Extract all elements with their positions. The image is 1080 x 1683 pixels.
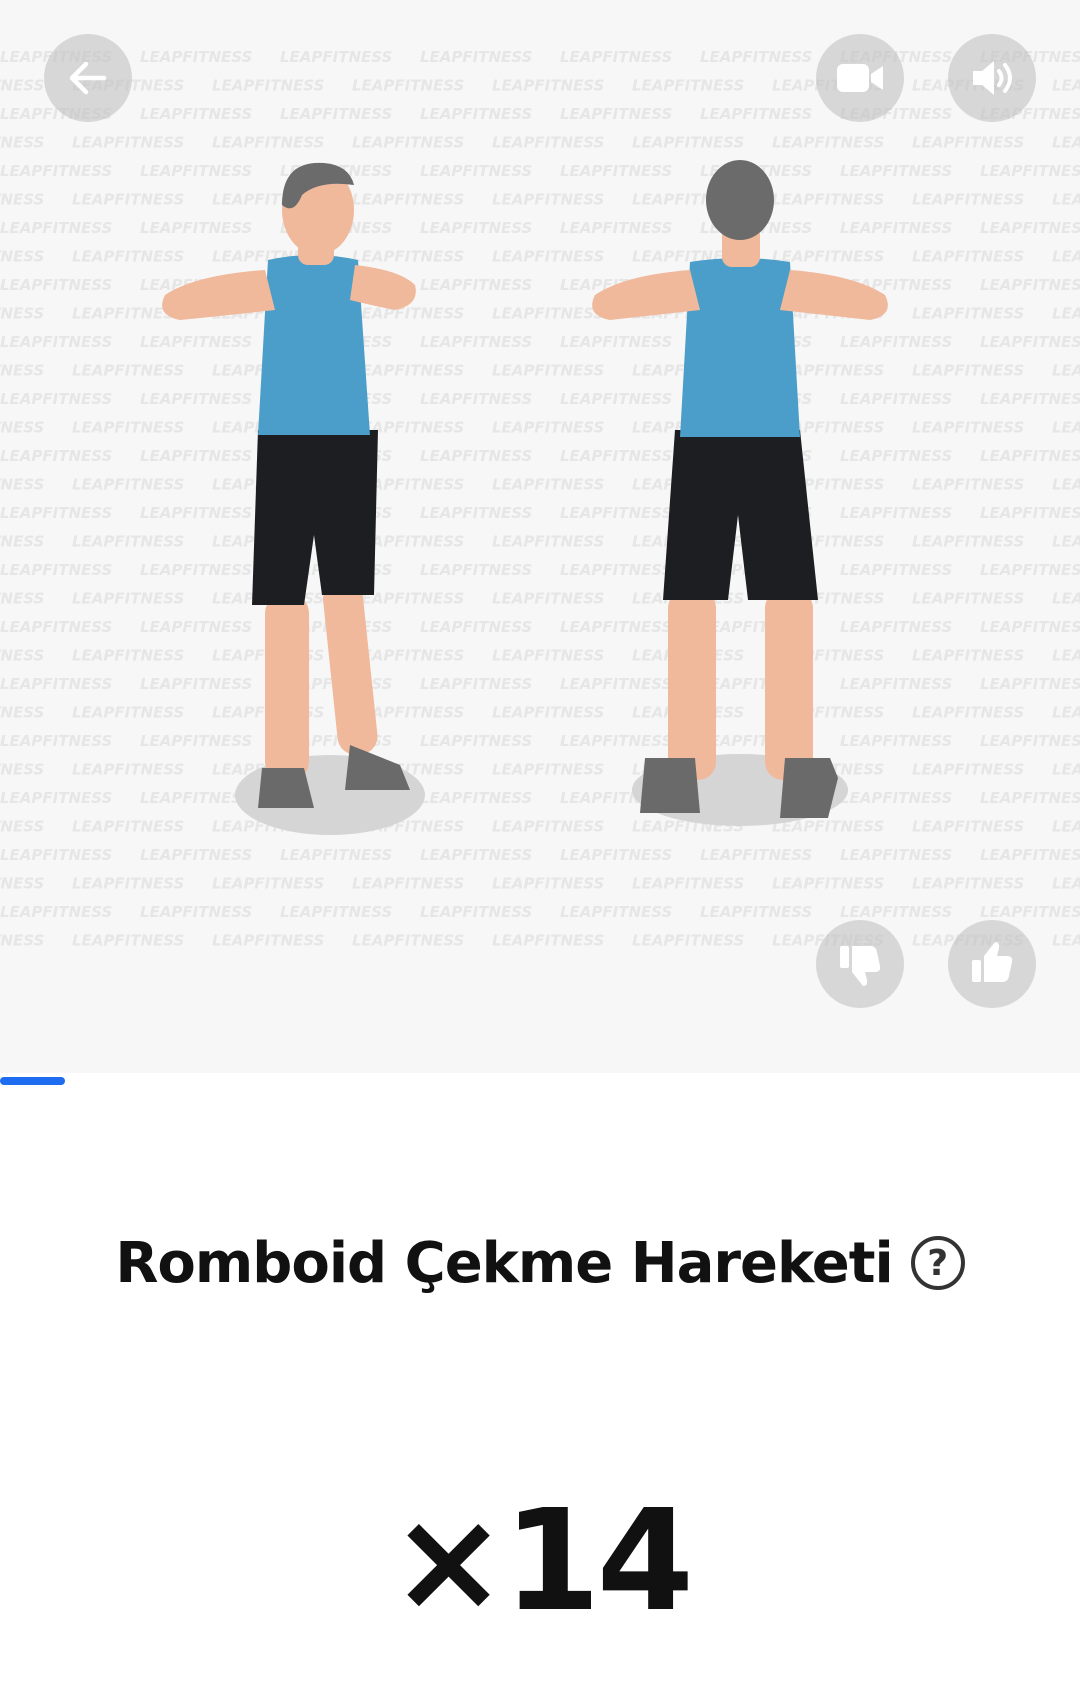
back-button[interactable]: [44, 34, 132, 122]
exercise-title-row: Romboid Çekme Hareketi ?: [0, 1228, 1080, 1298]
video-button[interactable]: [816, 34, 904, 122]
help-glyph: ?: [927, 1242, 949, 1284]
speaker-volume-icon: [973, 61, 1012, 95]
question-circle-icon[interactable]: ?: [910, 1236, 965, 1290]
exercise-media: LEAPFITNESS LEAPFITNESS LEAPFITNESS LEAPFIT…: [0, 0, 1080, 1073]
figure-front: [162, 162, 425, 835]
like-button[interactable]: [948, 920, 1036, 1008]
video-camera-icon: [837, 64, 883, 92]
figure-back: [592, 160, 888, 826]
sound-button[interactable]: [948, 34, 1036, 122]
rep-count: ×14: [389, 1480, 694, 1643]
progress-fill: [0, 1077, 65, 1085]
exercise-title: Romboid Çekme Hareketi: [115, 1230, 893, 1296]
dislike-button[interactable]: [816, 920, 904, 1008]
arrow-left-icon: [69, 61, 107, 95]
exercise-illustration: [162, 160, 888, 835]
thumbs-down-icon: [840, 946, 881, 986]
thumbs-up-icon: [972, 942, 1013, 982]
exercise-progress-bar: [0, 1077, 1080, 1085]
